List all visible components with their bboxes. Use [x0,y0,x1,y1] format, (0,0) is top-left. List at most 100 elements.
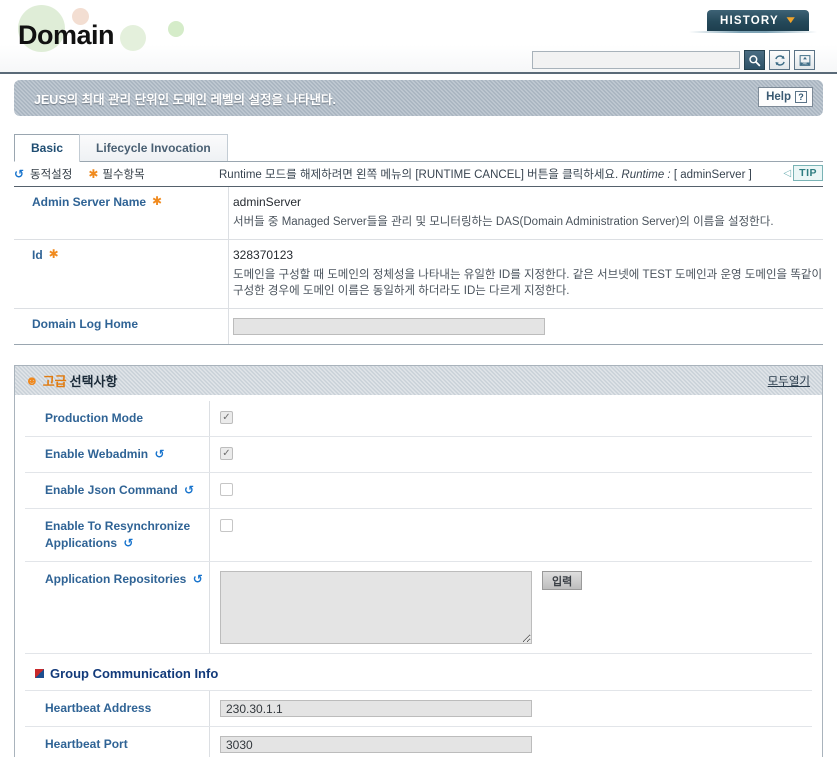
search-button[interactable] [744,50,765,70]
enable-webadmin-checkbox[interactable]: ✓ [220,447,233,460]
tab-lifecycle-invocation-label: Lifecycle Invocation [96,141,211,155]
heartbeat-port-input[interactable] [220,736,532,753]
svg-text:XML: XML [802,61,808,65]
tip-arrow-icon: ◁ [783,167,792,179]
runtime-value: [ adminServer ] [673,169,752,181]
page-title: Domain [18,20,115,50]
tip-label: TIP [793,165,823,181]
question-mark-icon: ? [795,91,807,103]
search-icon [749,54,761,66]
refresh-icon: ↺ [123,536,134,550]
label-enable-webadmin: Enable Webadmin ↺ [25,437,210,472]
application-repositories-textarea[interactable] [220,571,532,644]
row-heartbeat-address: Heartbeat Address [25,691,812,727]
tab-basic-label: Basic [31,141,64,155]
row-admin-server-name: Admin Server Name ✱ adminServer 서버들 중 Ma… [14,187,823,240]
lightbulb-icon: ☻ [25,373,39,388]
asterisk-icon: ✱ [88,167,99,181]
label-enable-webadmin-text: Enable Webadmin [45,447,149,461]
decorative-circle-medium [120,25,146,51]
label-enable-to-resynchronize-applications-text: Enable To Resynchronize Applications [45,519,191,550]
value-heartbeat-address [210,691,812,726]
row-domain-log-home: Domain Log Home [14,309,823,345]
history-underline [689,31,817,33]
search-toolbar: XML [532,50,815,70]
row-production-mode: Production Mode ✓ [25,401,812,437]
label-id: Id ✱ [14,240,229,308]
tab-bar: Basic Lifecycle Invocation [14,134,823,162]
advanced-title-label: 선택사항 [69,374,118,389]
history-button[interactable]: HISTORY ▼ [707,10,809,31]
label-domain-log-home-text: Domain Log Home [32,317,139,331]
expand-all-link[interactable]: 모두열기 [768,373,810,389]
enable-json-command-checkbox[interactable] [220,483,233,496]
legend-dynamic-label: 동적설정 [30,169,73,181]
refresh-icon: ↺ [192,572,203,586]
advanced-options-section: ☻ 고급 선택사항 모두열기 Production Mode ✓ Enable … [14,365,823,757]
chevron-down-icon: ▼ [783,14,800,26]
runtime-note: Runtime 모드를 해제하려면 왼쪽 메뉴의 [RUNTIME CANCEL… [219,166,752,182]
label-id-text: Id [32,248,43,262]
runtime-note-text: Runtime 모드를 해제하려면 왼쪽 메뉴의 [RUNTIME CANCEL… [219,169,619,181]
production-mode-checkbox[interactable]: ✓ [220,411,233,424]
label-heartbeat-port: Heartbeat Port [25,727,210,757]
admin-server-name-description: 서버들 중 Managed Server들을 관리 및 모니터링하는 DAS(D… [233,216,774,228]
search-input[interactable] [532,51,740,69]
label-heartbeat-address: Heartbeat Address [25,691,210,726]
row-enable-to-resynchronize-applications: Enable To Resynchronize Applications ↺ [25,509,812,562]
app-header: Domain HISTORY ▼ XML [0,0,837,74]
admin-server-name-value: adminServer [233,195,302,209]
label-enable-json-command: Enable Json Command ↺ [25,473,210,508]
tip-badge[interactable]: ◁ TIP [783,165,823,181]
xml-export-button[interactable]: XML [794,50,815,70]
label-enable-json-command-text: Enable Json Command [45,483,178,497]
basic-form: Admin Server Name ✱ adminServer 서버들 중 Ma… [14,187,823,345]
row-id: Id ✱ 328370123 도메인을 구성할 때 도메인의 정체성을 나타내는… [14,240,823,309]
label-domain-log-home: Domain Log Home [14,309,229,344]
heartbeat-address-input[interactable] [220,700,532,717]
label-admin-server-name: Admin Server Name ✱ [14,187,229,239]
refresh-icon: ↺ [14,167,25,181]
reload-button[interactable] [769,50,790,70]
label-admin-server-name-text: Admin Server Name [32,195,147,209]
value-enable-to-resynchronize-applications [210,509,812,561]
group-communication-info-header: Group Communication Info [25,654,812,691]
tab-basic[interactable]: Basic [14,134,81,162]
label-production-mode: Production Mode [25,401,210,436]
value-application-repositories: 입력 [210,562,812,653]
id-value: 328370123 [233,248,294,262]
enable-to-resynchronize-applications-checkbox[interactable] [220,519,233,532]
label-heartbeat-address-text: Heartbeat Address [45,701,152,715]
label-heartbeat-port-text: Heartbeat Port [45,737,128,751]
value-admin-server-name: adminServer 서버들 중 Managed Server들을 관리 및 … [229,187,823,239]
row-enable-json-command: Enable Json Command ↺ [25,473,812,509]
page-root: Domain HISTORY ▼ XML JEUS의 최대 관리 단위인 도메인… [0,0,837,757]
history-label: HISTORY [720,14,779,27]
label-application-repositories-text: Application Repositories [45,572,187,586]
xml-export-icon: XML [799,54,810,66]
advanced-highlight-label: 고급 [42,374,67,389]
tab-lifecycle-invocation[interactable]: Lifecycle Invocation [79,134,228,161]
legend-dynamic-setting: ↺ 동적설정 [14,166,72,182]
advanced-options-header: ☻ 고급 선택사항 모두열기 [15,366,822,395]
page-description-text: JEUS의 최대 관리 단위인 도메인 레벨의 설정을 나타낸다. [34,92,336,107]
legend-required-label: 필수항목 [102,169,145,181]
value-enable-json-command [210,473,812,508]
help-label: Help [766,91,791,103]
label-enable-to-resynchronize-applications: Enable To Resynchronize Applications ↺ [25,509,210,561]
asterisk-icon: ✱ [152,194,163,208]
value-domain-log-home [229,309,823,344]
domain-log-home-input[interactable] [233,317,545,335]
help-button[interactable]: Help ? [758,87,813,107]
group-communication-info-title: Group Communication Info [50,666,219,681]
value-heartbeat-port [210,727,812,757]
legend-bar: ↺ 동적설정 ✱ 필수항목 Runtime 모드를 해제하려면 왼쪽 메뉴의 [… [14,162,823,187]
label-production-mode-text: Production Mode [45,411,143,425]
value-enable-webadmin: ✓ [210,437,812,472]
reload-icon [774,54,785,66]
section-bullet-icon [35,669,44,678]
label-application-repositories: Application Repositories ↺ [25,562,210,653]
refresh-icon: ↺ [184,483,195,497]
id-description: 도메인을 구성할 때 도메인의 정체성을 나타내는 유일한 ID를 지정한다. … [233,269,823,297]
application-repositories-input-button[interactable]: 입력 [542,571,583,590]
